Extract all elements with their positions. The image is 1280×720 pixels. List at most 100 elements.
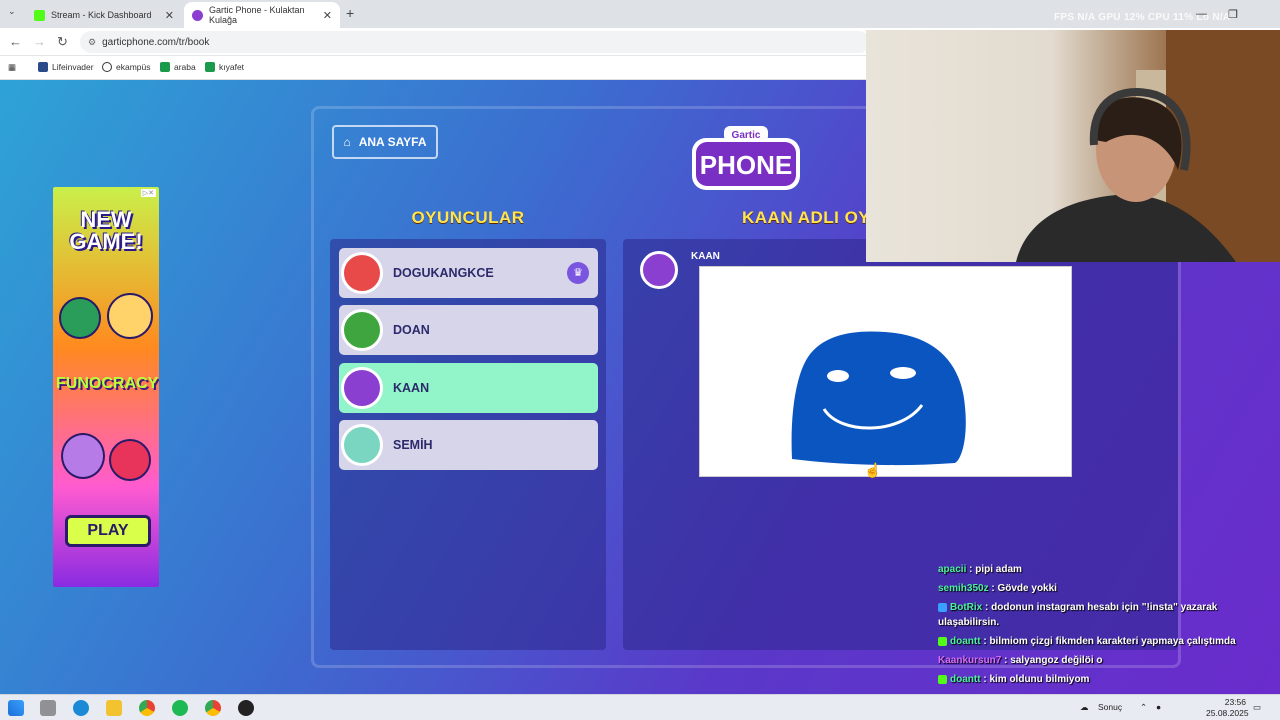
album-heading: KAAN ADLI OYUNCUNUN ALBÜMÜ (742, 208, 866, 227)
clock-time: 23:56 (1224, 697, 1246, 707)
bookmark-kiyafet[interactable]: kıyafet (205, 62, 244, 72)
maximize-icon[interactable]: ❐ (1228, 8, 1238, 21)
tab-search-icon[interactable]: ⌄ (8, 6, 16, 17)
address-bar[interactable]: ⚙ garticphone.com/tr/book (80, 31, 870, 53)
chat-message: semih350z : Gövde yokki (938, 583, 1057, 594)
chat-username: Kaankursun7 (938, 655, 1002, 666)
tray-label[interactable]: Sonuç (1098, 702, 1122, 712)
drawing-canvas (699, 266, 1072, 477)
apps-icon[interactable]: ▦ (8, 62, 16, 73)
chat-message: doantt : bilmiom çizgi fikmden karakteri… (938, 634, 1278, 649)
microphone-icon[interactable]: ● (1156, 702, 1161, 712)
clock[interactable]: 23:56 25.08.2025 (1206, 697, 1249, 719)
clock-date: 25.08.2025 (1206, 708, 1249, 718)
tab-title: Gartic Phone - Kulaktan Kulağa (209, 5, 305, 25)
close-icon[interactable]: ✕ (165, 9, 174, 22)
ad-choices-icon[interactable]: ▷✕ (140, 189, 156, 197)
file-explorer-icon[interactable] (106, 700, 122, 716)
webcam-overlay (866, 30, 1280, 262)
album-entry-author: KAAN (691, 251, 720, 262)
ad-headline: NEW GAME! (69, 207, 143, 254)
chat-username: doantt (950, 636, 981, 647)
logo-top-text: Gartic (732, 130, 761, 141)
bot-badge-icon (938, 602, 947, 612)
minimize-icon[interactable]: — (1196, 8, 1207, 20)
tab-gartic-phone[interactable]: Gartic Phone - Kulaktan Kulağa ✕ (184, 2, 340, 28)
chat-message: BotRix : dodonun instagram hesabı için "… (938, 602, 1218, 628)
ad-character (61, 433, 105, 479)
players-panel: DOGUKANGKCE ♛ DOAN KAAN SEMİH (330, 239, 606, 650)
new-tab-button[interactable]: + (346, 5, 354, 21)
advertisement-banner[interactable]: ▷✕ NEW GAME! FUNOCRACY PLAY (53, 187, 159, 587)
gartic-phone-logo: Gartic PHONE (692, 126, 800, 190)
player-row-doan[interactable]: DOAN (339, 305, 598, 355)
spotify-icon[interactable] (172, 700, 188, 716)
bookmark-label: araba (174, 62, 196, 72)
bookmark-lifeinvader[interactable]: Lifeinvader (38, 62, 94, 72)
chat-username: BotRix (950, 602, 983, 613)
forward-icon[interactable]: → (33, 34, 46, 49)
chat-username: semih350z (938, 583, 989, 594)
player-name: DOGUKANGKCE (393, 266, 494, 280)
home-label: ANA SAYFA (358, 135, 427, 149)
gartic-icon (192, 9, 203, 21)
tab-title: Stream - Kick Dashboard (51, 10, 152, 20)
bookmark-icon (102, 62, 112, 72)
bookmark-icon (205, 62, 215, 72)
bookmark-icon (160, 62, 170, 72)
start-icon[interactable] (8, 700, 24, 716)
bookmark-ekampus[interactable]: ekampüs (102, 62, 151, 72)
back-icon[interactable]: ← (9, 34, 22, 49)
ad-character (109, 439, 151, 481)
obs-icon[interactable] (238, 700, 254, 716)
subscriber-badge-icon (938, 674, 947, 684)
edge-icon[interactable] (73, 700, 89, 716)
players-heading: OYUNCULAR (411, 208, 525, 227)
player-row-dogukangkce[interactable]: DOGUKANGKCE ♛ (339, 248, 598, 298)
blue-face-drawing (791, 331, 966, 466)
notification-icon[interactable]: ▭ (1253, 702, 1261, 713)
player-row-kaan[interactable]: KAAN (339, 363, 598, 413)
site-info-icon[interactable]: ⚙ (88, 37, 96, 48)
player-avatar (341, 309, 383, 351)
chat-text: pipi adam (975, 564, 1022, 575)
screen: ⌄ Stream - Kick Dashboard ✕ Gartic Phone… (0, 0, 1280, 720)
player-name: SEMİH (393, 438, 433, 452)
ad-play-button[interactable]: PLAY (65, 515, 151, 547)
player-avatar (341, 367, 383, 409)
chat-text: kim oldunu bilmiyom (989, 674, 1090, 685)
player-name: KAAN (393, 381, 430, 395)
chrome-icon[interactable] (139, 700, 155, 716)
chat-text: bilmiom çizgi fikmden karakteri yapmaya … (989, 636, 1236, 647)
bookmark-label: kıyafet (219, 62, 245, 72)
subscriber-badge-icon (938, 636, 947, 646)
home-icon: ⌂ (343, 135, 351, 149)
tray-chevron-icon[interactable]: ⌃ (1140, 702, 1147, 713)
chat-username: apacii (938, 564, 967, 575)
url-text: garticphone.com/tr/book (102, 36, 210, 48)
reload-icon[interactable]: ↻ (57, 34, 68, 50)
player-avatar (341, 424, 383, 466)
chrome-icon[interactable] (205, 700, 221, 716)
ad-brand: FUNOCRACY (56, 375, 159, 392)
author-avatar (640, 251, 678, 289)
crown-icon: ♛ (567, 262, 589, 284)
tab-kick-dashboard[interactable]: Stream - Kick Dashboard ✕ (26, 2, 182, 28)
bookmark-araba[interactable]: araba (160, 62, 196, 72)
mouse-cursor-icon: ☝ (864, 462, 882, 478)
logo-main-text: PHONE (700, 150, 792, 180)
weather-icon[interactable]: ☁ (1080, 702, 1089, 713)
task-view-icon[interactable] (40, 700, 56, 716)
bookmark-label: ekampüs (116, 62, 151, 72)
player-row-semih[interactable]: SEMİH (339, 420, 598, 470)
stream-chat: apacii : pipi adam semih350z : Gövde yok… (938, 562, 1278, 691)
ad-character (107, 293, 153, 339)
close-icon[interactable]: ✕ (323, 9, 332, 22)
player-avatar (341, 252, 383, 294)
player-name: DOAN (393, 323, 430, 337)
windows-taskbar: ☁ Sonuç ⌃ ● 23:56 25.08.2025 ▭ (0, 694, 1280, 720)
home-button[interactable]: ⌂ ANA SAYFA (332, 125, 438, 159)
chat-text: Gövde yokki (997, 583, 1057, 594)
kick-icon (34, 9, 45, 21)
chat-username: doantt (950, 674, 981, 685)
